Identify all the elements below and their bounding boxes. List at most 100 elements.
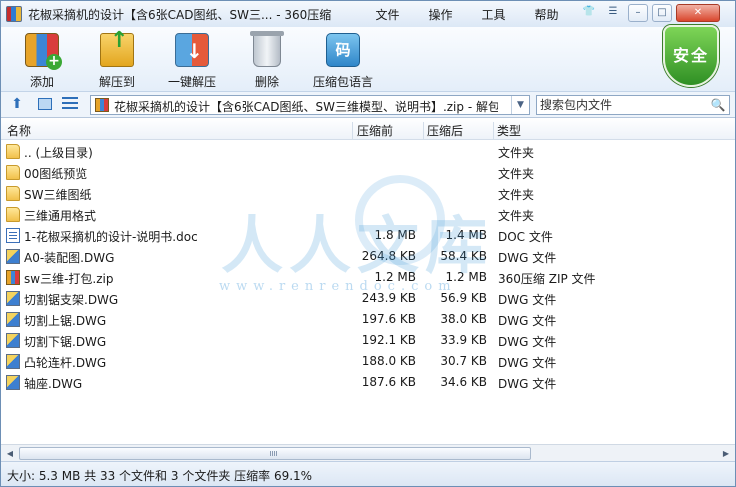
doc-icon bbox=[6, 228, 20, 243]
file-name: A0-装配图.DWG bbox=[24, 251, 115, 265]
file-row[interactable]: 00图纸预览 文件夹 bbox=[1, 162, 735, 183]
file-name: 切割锯支架.DWG bbox=[24, 293, 119, 307]
column-divider[interactable] bbox=[352, 122, 353, 140]
add-label: 添加 bbox=[29, 75, 54, 89]
column-header: 名称 压缩前 压缩后 类型 bbox=[1, 118, 735, 140]
file-type: DWG 文件 bbox=[498, 293, 557, 307]
file-size: 188.0 KB bbox=[361, 354, 416, 368]
search-icon[interactable]: 🔍 bbox=[710, 97, 726, 113]
up-arrow-icon[interactable]: ⬆ bbox=[9, 96, 25, 112]
file-size: 1.8 MB bbox=[374, 228, 416, 242]
extract-to-button[interactable]: 解压到 bbox=[84, 28, 150, 89]
file-row[interactable]: .. (上级目录) 文件夹 bbox=[1, 141, 735, 162]
file-name: 三维通用格式 bbox=[24, 209, 97, 223]
column-type[interactable]: 类型 bbox=[497, 122, 521, 139]
menu-help[interactable]: 帮助 bbox=[520, 5, 573, 23]
dwg-icon bbox=[6, 312, 20, 327]
skin-shirt-icon[interactable]: 👕 bbox=[579, 4, 599, 22]
file-name: 切割上锯.DWG bbox=[24, 314, 107, 328]
scrollbar-thumb[interactable] bbox=[19, 447, 531, 460]
scroll-right-icon[interactable]: ▶ bbox=[718, 446, 734, 461]
encoding-icon: 码 bbox=[326, 33, 360, 67]
file-row[interactable]: 切割锯支架.DWG 243.9 KB 56.9 KB DWG 文件 bbox=[1, 288, 735, 309]
one-click-label: 一键解压 bbox=[167, 75, 216, 89]
file-name: 凸轮连杆.DWG bbox=[24, 356, 107, 370]
file-row[interactable]: 凸轮连杆.DWG 188.0 KB 30.7 KB DWG 文件 bbox=[1, 351, 735, 372]
thumbnail-view-icon[interactable] bbox=[38, 98, 52, 110]
chevron-down-icon[interactable]: ▼ bbox=[511, 96, 529, 114]
file-name: sw三维-打包.zip bbox=[24, 272, 114, 286]
scroll-left-icon[interactable]: ◀ bbox=[2, 446, 18, 461]
file-list: 名称 压缩前 压缩后 类型 .. (上级目录) 文件夹 00图纸预览 文件夹 S… bbox=[1, 117, 735, 444]
app-logo-icon bbox=[6, 6, 22, 22]
file-packed-size: 1.2 MB bbox=[445, 270, 487, 284]
file-name: 切割下锯.DWG bbox=[24, 335, 107, 349]
maximize-button[interactable]: □ bbox=[652, 4, 672, 22]
file-row[interactable]: A0-装配图.DWG 264.8 KB 58.4 KB DWG 文件 bbox=[1, 246, 735, 267]
address-row: ⬆ 花椒采摘机的设计【含6张CAD图纸、SW三维模型、说明书】.zip - 解包… bbox=[1, 91, 735, 117]
file-type: DOC 文件 bbox=[498, 230, 553, 244]
status-bar: 大小: 5.3 MB 共 33 个文件和 3 个文件夹 压缩率 69.1% bbox=[1, 461, 735, 486]
security-shield-badge[interactable]: 安全 bbox=[663, 25, 719, 87]
file-packed-size: 34.6 KB bbox=[440, 375, 487, 389]
column-packed[interactable]: 压缩后 bbox=[427, 122, 463, 139]
file-type: 文件夹 bbox=[498, 146, 535, 160]
file-row[interactable]: 切割下锯.DWG 192.1 KB 33.9 KB DWG 文件 bbox=[1, 330, 735, 351]
file-size: 197.6 KB bbox=[361, 312, 416, 326]
menu-tools[interactable]: 工具 bbox=[467, 5, 520, 23]
zip-file-icon bbox=[95, 98, 109, 112]
window-title: 花椒采摘机的设计【含6张CAD图纸、SW三... - 360压缩 bbox=[28, 8, 332, 22]
file-row[interactable]: 切割上锯.DWG 197.6 KB 38.0 KB DWG 文件 bbox=[1, 309, 735, 330]
trash-icon bbox=[250, 31, 284, 67]
file-size: 192.1 KB bbox=[361, 333, 416, 347]
menu-operate[interactable]: 操作 bbox=[414, 5, 467, 23]
grip-icon bbox=[270, 451, 278, 456]
menu-file[interactable]: 文件 bbox=[361, 5, 414, 23]
file-row[interactable]: 三维通用格式 文件夹 bbox=[1, 204, 735, 225]
search-box[interactable]: 🔍 bbox=[536, 95, 730, 115]
file-type: 360压缩 ZIP 文件 bbox=[498, 272, 596, 286]
one-click-extract-button[interactable]: 一键解压 bbox=[159, 31, 225, 89]
delete-button[interactable]: 删除 bbox=[234, 31, 300, 89]
minimize-button[interactable]: – bbox=[628, 4, 648, 22]
file-packed-size: 38.0 KB bbox=[440, 312, 487, 326]
file-packed-size: 58.4 KB bbox=[440, 249, 487, 263]
file-type: DWG 文件 bbox=[498, 251, 557, 265]
menu-bar: 文件 操作 工具 帮助 bbox=[361, 5, 573, 23]
archive-language-button[interactable]: 码 压缩包语言 bbox=[307, 31, 379, 89]
file-type: DWG 文件 bbox=[498, 377, 557, 391]
file-packed-size: 30.7 KB bbox=[440, 354, 487, 368]
file-type: DWG 文件 bbox=[498, 314, 557, 328]
file-name: .. (上级目录) bbox=[24, 146, 93, 160]
dwg-icon bbox=[6, 249, 20, 264]
file-name: 1-花椒采摘机的设计-说明书.doc bbox=[24, 230, 198, 244]
file-row[interactable]: 1-花椒采摘机的设计-说明书.doc 1.8 MB 1.4 MB DOC 文件 bbox=[1, 225, 735, 246]
file-size: 243.9 KB bbox=[361, 291, 416, 305]
address-bar[interactable]: 花椒采摘机的设计【含6张CAD图纸、SW三维模型、说明书】.zip - 解包大小… bbox=[90, 95, 530, 115]
dwg-icon bbox=[6, 291, 20, 306]
horizontal-scrollbar[interactable]: ◀ ▶ bbox=[1, 444, 735, 461]
file-type: DWG 文件 bbox=[498, 335, 557, 349]
feedback-icon[interactable]: ☰ bbox=[603, 4, 623, 22]
file-packed-size: 56.9 KB bbox=[440, 291, 487, 305]
title-bar: 花椒采摘机的设计【含6张CAD图纸、SW三... - 360压缩 文件 操作 工… bbox=[1, 1, 735, 27]
search-input[interactable] bbox=[540, 97, 708, 113]
file-size: 187.6 KB bbox=[361, 375, 416, 389]
file-type: DWG 文件 bbox=[498, 356, 557, 370]
column-name[interactable]: 名称 bbox=[7, 122, 31, 139]
file-row[interactable]: SW三维图纸 文件夹 bbox=[1, 183, 735, 204]
close-button[interactable]: ✕ bbox=[676, 4, 720, 22]
file-row[interactable]: 轴座.DWG 187.6 KB 34.6 KB DWG 文件 bbox=[1, 372, 735, 393]
folder-icon bbox=[6, 207, 20, 222]
add-button[interactable]: 添加 bbox=[9, 31, 75, 89]
file-type: 文件夹 bbox=[498, 209, 535, 223]
file-packed-size: 1.4 MB bbox=[445, 228, 487, 242]
list-view-icon[interactable] bbox=[62, 97, 78, 111]
file-row[interactable]: sw三维-打包.zip 1.2 MB 1.2 MB 360压缩 ZIP 文件 bbox=[1, 267, 735, 288]
column-divider[interactable] bbox=[423, 122, 424, 140]
one-click-extract-icon bbox=[175, 33, 209, 67]
file-type: 文件夹 bbox=[498, 188, 535, 202]
column-size[interactable]: 压缩前 bbox=[357, 122, 393, 139]
file-name: SW三维图纸 bbox=[24, 188, 92, 202]
column-divider[interactable] bbox=[493, 122, 494, 140]
